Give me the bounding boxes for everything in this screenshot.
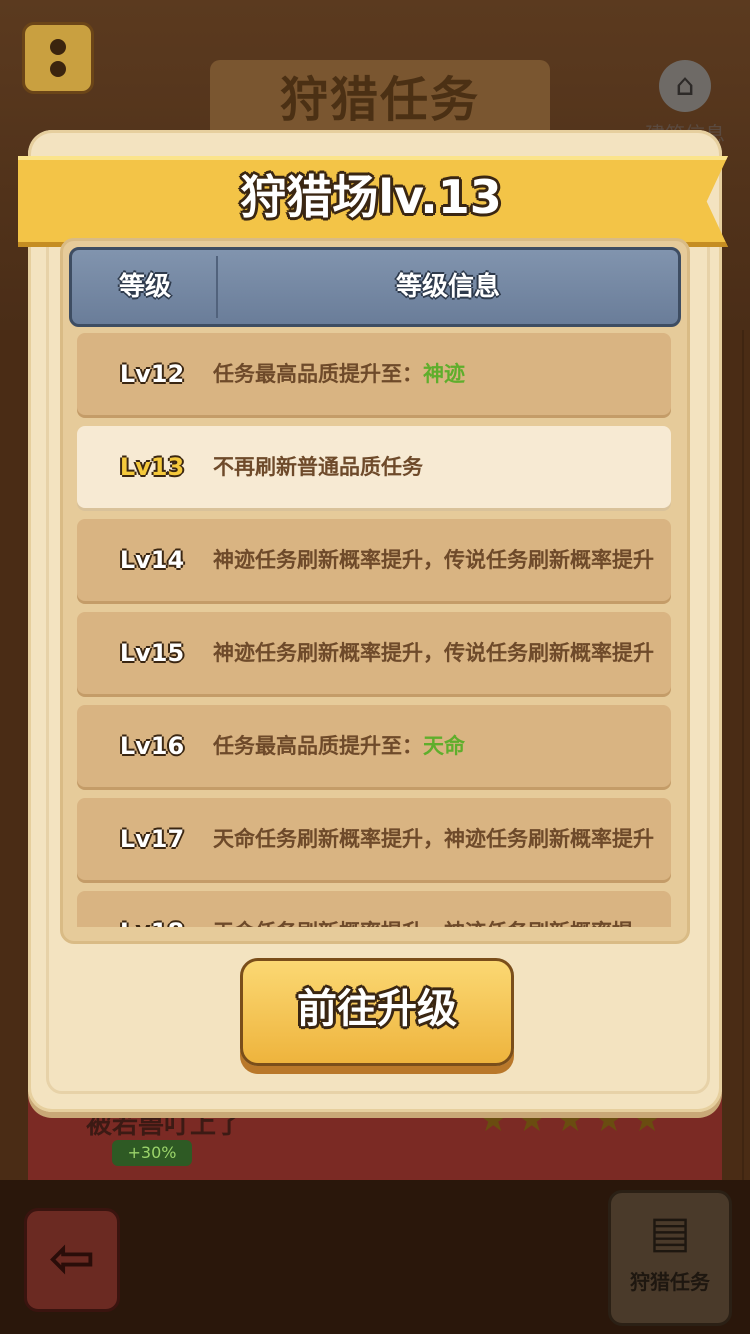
level-label: Lv15 bbox=[119, 639, 185, 667]
level-row: Lv18天命任务刷新概率提升，神迹任务刷新概率提 bbox=[77, 891, 671, 927]
dialog-title: 狩猎场lv.13 bbox=[240, 170, 502, 224]
back-arrow-icon: ⇦ bbox=[48, 1226, 96, 1291]
level-description-text: 任务最高品质提升至： bbox=[213, 362, 423, 386]
level-row: Lv14 神迹任务刷新概率提升，传说任务刷新概率提升 bbox=[77, 519, 671, 601]
level-description-text: 天命任务刷新概率提升，神迹任务刷新概率提 bbox=[213, 920, 633, 927]
level-description-text: 神迹任务刷新概率提升，传说任务刷新概率提升 bbox=[213, 548, 654, 572]
level-label: Lv12 bbox=[119, 360, 185, 388]
level-description: 神迹任务刷新概率提升，传说任务刷新概率提升 bbox=[213, 519, 673, 601]
level-description-text: 不再刷新普通品质任务 bbox=[213, 455, 423, 479]
header-info: 等级信息 bbox=[395, 272, 500, 302]
level-description: 任务最高品质提升至：天命 bbox=[213, 705, 673, 787]
level-description: 任务最高品质提升至：神迹 bbox=[213, 333, 673, 415]
level-label: Lv13 bbox=[119, 453, 185, 481]
quality-tag: 神迹 bbox=[423, 362, 465, 386]
level-description: 天命任务刷新概率提升，神迹任务刷新概率提 bbox=[213, 891, 673, 927]
header-level: 等级 bbox=[118, 272, 171, 302]
level-description: 神迹任务刷新概率提升，传说任务刷新概率提升 bbox=[213, 612, 673, 694]
level-label: Lv14 bbox=[119, 546, 185, 574]
bonus-badge: +30% bbox=[112, 1140, 192, 1166]
level-description-text: 天命任务刷新概率提升，神迹任务刷新概率提升 bbox=[213, 827, 654, 851]
level-description: 天命任务刷新概率提升，神迹任务刷新概率提升 bbox=[213, 798, 673, 880]
scroll-icon: ▤ bbox=[649, 1207, 691, 1258]
level-row: Lv17 天命任务刷新概率提升，神迹任务刷新概率提升 bbox=[77, 798, 671, 880]
level-row: Lv15 神迹任务刷新概率提升，传说任务刷新概率提升 bbox=[77, 612, 671, 694]
house-icon: ⌂ bbox=[659, 60, 711, 112]
level-description-text: 神迹任务刷新概率提升，传说任务刷新概率提升 bbox=[213, 641, 654, 665]
go-upgrade-button[interactable]: 前往升级 bbox=[240, 958, 514, 1066]
level-description-text: 任务最高品质提升至： bbox=[213, 734, 423, 758]
level-table: 等级 等级信息 Lv12 任务最高品质提升至：神迹 Lv13 不再刷新普通品质任务 Lv… bbox=[60, 238, 690, 944]
level-label: Lv16 bbox=[119, 732, 185, 760]
hunt-task-button-label: 狩猎任务 bbox=[630, 1270, 710, 1294]
level-list[interactable]: Lv12 任务最高品质提升至：神迹 Lv13 不再刷新普通品质任务 Lv14 神迹任务刷新… bbox=[73, 331, 673, 927]
screen-title: 狩猎任务 bbox=[210, 60, 550, 140]
menu-dot-icon bbox=[50, 39, 66, 55]
menu-button[interactable] bbox=[22, 22, 94, 94]
level-label: Lv18 bbox=[77, 891, 227, 927]
quality-tag: 天命 bbox=[423, 734, 465, 758]
hunt-task-button[interactable]: ▤ 狩猎任务 bbox=[608, 1190, 732, 1326]
level-row: Lv12 任务最高品质提升至：神迹 bbox=[77, 333, 671, 415]
menu-dot-icon bbox=[50, 61, 66, 77]
table-header: 等级 等级信息 bbox=[69, 247, 681, 327]
back-button[interactable]: ⇦ bbox=[24, 1208, 120, 1312]
level-description: 不再刷新普通品质任务 bbox=[213, 426, 673, 508]
level-row: Lv16 任务最高品质提升至：天命 bbox=[77, 705, 671, 787]
level-label: Lv17 bbox=[119, 825, 185, 853]
level-row-current: Lv13 不再刷新普通品质任务 bbox=[77, 426, 671, 508]
